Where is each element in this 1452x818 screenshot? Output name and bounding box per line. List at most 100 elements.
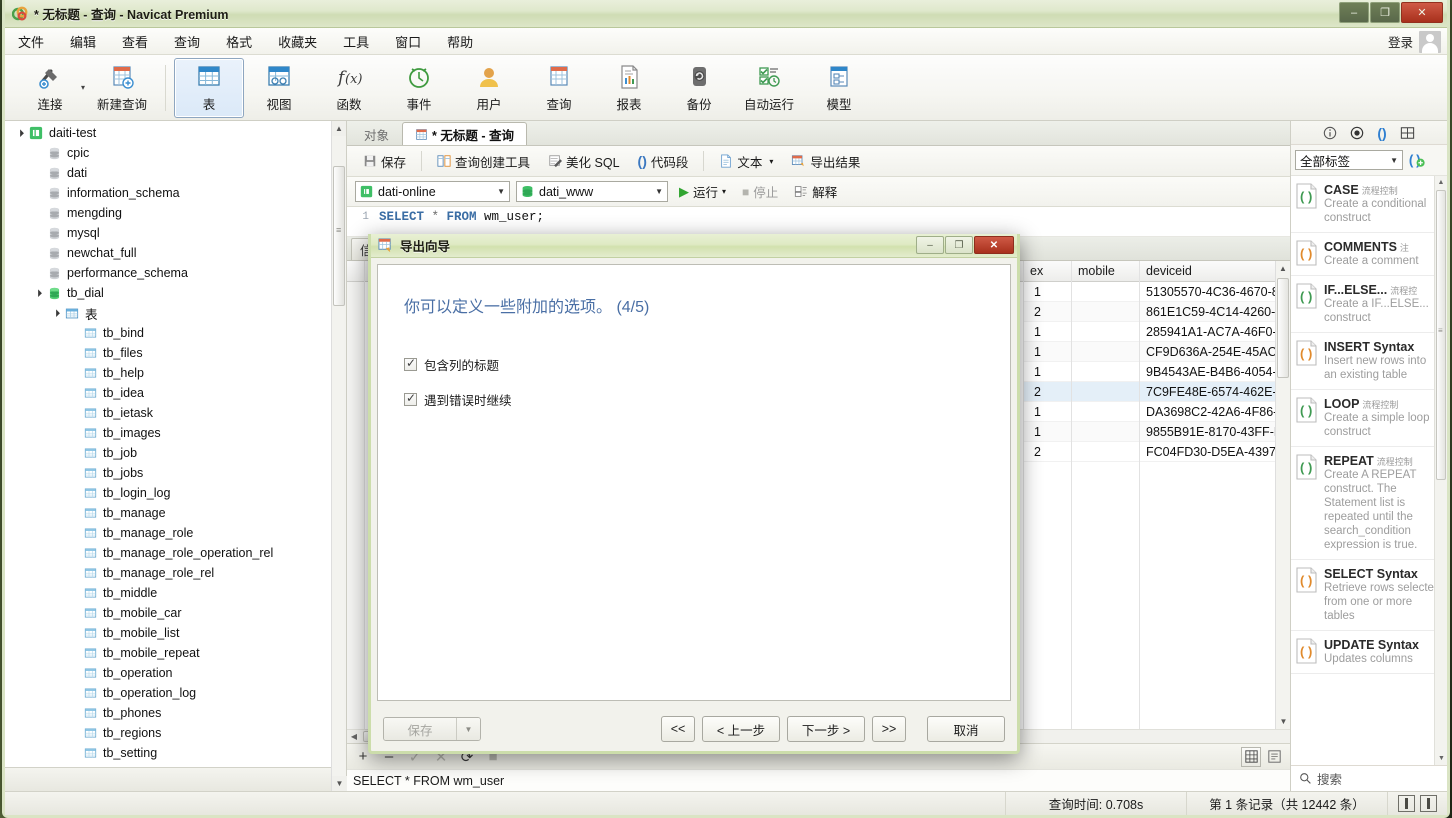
- tree-vertical-scrollbar[interactable]: ▲ ▼: [331, 121, 346, 791]
- toolbar-model[interactable]: 模型: [804, 58, 874, 118]
- text-view-button[interactable]: 文本 ▾: [711, 148, 781, 175]
- tree-item-newchat_full[interactable]: newchat_full: [5, 243, 346, 263]
- toolbar-users[interactable]: 用户: [454, 58, 524, 118]
- query-builder-button[interactable]: 查询创建工具: [429, 148, 538, 175]
- chevron-down-icon[interactable]: ▼: [1390, 156, 1398, 165]
- snippets-list[interactable]: ( )CASE流程控制Create a conditional construc…: [1291, 175, 1447, 765]
- avatar[interactable]: [1419, 31, 1441, 53]
- tree-item-tb_ietask[interactable]: tb_ietask: [5, 403, 346, 423]
- grid-cell-ex[interactable]: 1: [1024, 422, 1071, 442]
- login-link[interactable]: 登录: [1388, 32, 1413, 51]
- tree-item-tb_operation[interactable]: tb_operation: [5, 663, 346, 683]
- snippet-item[interactable]: ( )CASE流程控制Create a conditional construc…: [1291, 176, 1447, 233]
- grid-cell-mobile[interactable]: [1072, 422, 1139, 442]
- grid-view-button[interactable]: [1241, 747, 1261, 767]
- grid-cell-mobile[interactable]: [1072, 442, 1139, 462]
- tree-item-mengding[interactable]: mengding: [5, 203, 346, 223]
- grid-cell-deviceid[interactable]: DA3698C2-42A6-4F86-9: [1140, 402, 1289, 422]
- grid-cell-deviceid[interactable]: 51305570-4C36-4670-82: [1140, 282, 1289, 302]
- snippet-item[interactable]: ( )UPDATE SyntaxUpdates columns: [1291, 631, 1447, 674]
- snippet-item[interactable]: ( )REPEAT流程控制Create A REPEAT construct. …: [1291, 447, 1447, 560]
- grid-cell-deviceid[interactable]: 9855B91E-8170-43FF-BE: [1140, 422, 1289, 442]
- toolbar-events[interactable]: 事件: [384, 58, 454, 118]
- tree-item-tb_mobile_car[interactable]: tb_mobile_car: [5, 603, 346, 623]
- toolbar-reports[interactable]: 报表: [594, 58, 664, 118]
- expand-arrow-icon[interactable]: ◢: [30, 285, 46, 301]
- chevron-down-icon[interactable]: ▾: [769, 157, 773, 166]
- form-view-button[interactable]: [1264, 747, 1284, 767]
- menu-query[interactable]: 查询: [161, 29, 213, 54]
- grid-cell-ex[interactable]: 1: [1024, 342, 1071, 362]
- expand-arrow-icon[interactable]: ◢: [48, 305, 64, 321]
- grid-cell-mobile[interactable]: [1072, 402, 1139, 422]
- structure-icon[interactable]: [1400, 126, 1415, 140]
- chevron-down-icon[interactable]: ▼: [497, 187, 505, 196]
- tab-objects[interactable]: 对象: [351, 122, 402, 145]
- chevron-down-icon[interactable]: ▾: [722, 187, 726, 196]
- tree-item-cpic[interactable]: cpic: [5, 143, 346, 163]
- chevron-down-icon[interactable]: ▾: [81, 83, 85, 92]
- toolbar-queries[interactable]: 查询: [524, 58, 594, 118]
- menu-file[interactable]: 文件: [5, 29, 57, 54]
- expand-arrow-icon[interactable]: ◢: [12, 125, 28, 141]
- dialog-cancel-button[interactable]: 取消: [927, 716, 1005, 742]
- tree-scroll-thumb[interactable]: [333, 166, 345, 306]
- snippet-item[interactable]: ( )LOOP流程控制Create a simple loop construc…: [1291, 390, 1447, 447]
- snippets-scrollbar[interactable]: ▲ ▼: [1434, 176, 1447, 765]
- grid-column-deviceid[interactable]: deviceid 51305570-4C36-4670-82861E1C59-4…: [1140, 261, 1290, 729]
- toolbar-backup[interactable]: 备份: [664, 58, 734, 118]
- snippet-item[interactable]: ( )COMMENTS注Create a comment: [1291, 233, 1447, 276]
- menu-window[interactable]: 窗口: [382, 29, 434, 54]
- tree-item-tb_operation_log[interactable]: tb_operation_log: [5, 683, 346, 703]
- tree-item-tb_manage_role[interactable]: tb_manage_role: [5, 523, 346, 543]
- tree-item-tb_login_log[interactable]: tb_login_log: [5, 483, 346, 503]
- tree-item-tb_bind[interactable]: tb_bind: [5, 323, 346, 343]
- tree-item-tb_manage_role_rel[interactable]: tb_manage_role_rel: [5, 563, 346, 583]
- grid-cell-ex[interactable]: 2: [1024, 382, 1071, 402]
- grid-cell-mobile[interactable]: [1072, 362, 1139, 382]
- dialog-prev-button[interactable]: < 上一步: [702, 716, 780, 742]
- grid-cell-deviceid[interactable]: FC04FD30-D5EA-4397-8: [1140, 442, 1289, 462]
- toolbar-new-query[interactable]: 新建查询: [87, 58, 157, 118]
- toggle-left-panel-icon[interactable]: [1398, 795, 1415, 812]
- grid-scroll-thumb[interactable]: [1277, 278, 1289, 378]
- tree-item-tb_mobile_repeat[interactable]: tb_mobile_repeat: [5, 643, 346, 663]
- snippet-tag-select[interactable]: 全部标签 ▼: [1295, 150, 1403, 170]
- scroll-down-icon[interactable]: ▼: [332, 776, 347, 791]
- grid-cell-ex[interactable]: 1: [1024, 402, 1071, 422]
- grid-vertical-scrollbar[interactable]: ▲ ▼: [1275, 261, 1290, 729]
- toolbar-automation[interactable]: 自动运行: [734, 58, 804, 118]
- tree-item-tb_middle[interactable]: tb_middle: [5, 583, 346, 603]
- menu-format[interactable]: 格式: [213, 29, 265, 54]
- checkbox-continue-on-error[interactable]: 遇到错误时继续: [404, 390, 984, 409]
- beautify-sql-button[interactable]: 美化 SQL: [540, 148, 628, 175]
- grid-cell-deviceid[interactable]: CF9D636A-254E-45AC-A: [1140, 342, 1289, 362]
- minimize-button[interactable]: –: [1339, 2, 1369, 23]
- dialog-save-label[interactable]: 保存: [384, 718, 456, 740]
- menu-tools[interactable]: 工具: [330, 29, 382, 54]
- tree-item-tb_setting[interactable]: tb_setting: [5, 743, 346, 763]
- grid-cell-deviceid[interactable]: 7C9FE48E-6574-462E-94: [1140, 382, 1289, 402]
- grid-column-ex[interactable]: ex 121112112: [1024, 261, 1072, 729]
- tree-item-dati[interactable]: dati: [5, 163, 346, 183]
- database-select[interactable]: dati_www ▼: [516, 181, 668, 202]
- grid-cell-mobile[interactable]: [1072, 342, 1139, 362]
- grid-cell-mobile[interactable]: [1072, 382, 1139, 402]
- maximize-button[interactable]: ❐: [1370, 2, 1400, 23]
- tree-item-tb_files[interactable]: tb_files: [5, 343, 346, 363]
- dialog-close-button[interactable]: ✕: [974, 236, 1014, 254]
- toggle-right-panel-icon[interactable]: [1420, 795, 1437, 812]
- chevron-down-icon[interactable]: ▼: [456, 718, 480, 740]
- code-paren-icon[interactable]: (): [1377, 125, 1386, 141]
- tree-item-tb_dial[interactable]: ◢tb_dial: [5, 283, 346, 303]
- grid-cell-mobile[interactable]: [1072, 302, 1139, 322]
- tab-query[interactable]: * 无标题 - 查询: [402, 122, 527, 145]
- toolbar-tables[interactable]: 表: [174, 58, 244, 118]
- scroll-up-icon[interactable]: ▲: [1435, 176, 1447, 189]
- tree-item-tb_help[interactable]: tb_help: [5, 363, 346, 383]
- checkbox-include-column-titles-box[interactable]: [404, 358, 417, 371]
- info-icon[interactable]: [1323, 126, 1337, 140]
- tree-item-tb_jobs[interactable]: tb_jobs: [5, 463, 346, 483]
- toolbar-views[interactable]: 视图: [244, 58, 314, 118]
- snippet-item[interactable]: ( )SELECT SyntaxRetrieve rows selected f…: [1291, 560, 1447, 631]
